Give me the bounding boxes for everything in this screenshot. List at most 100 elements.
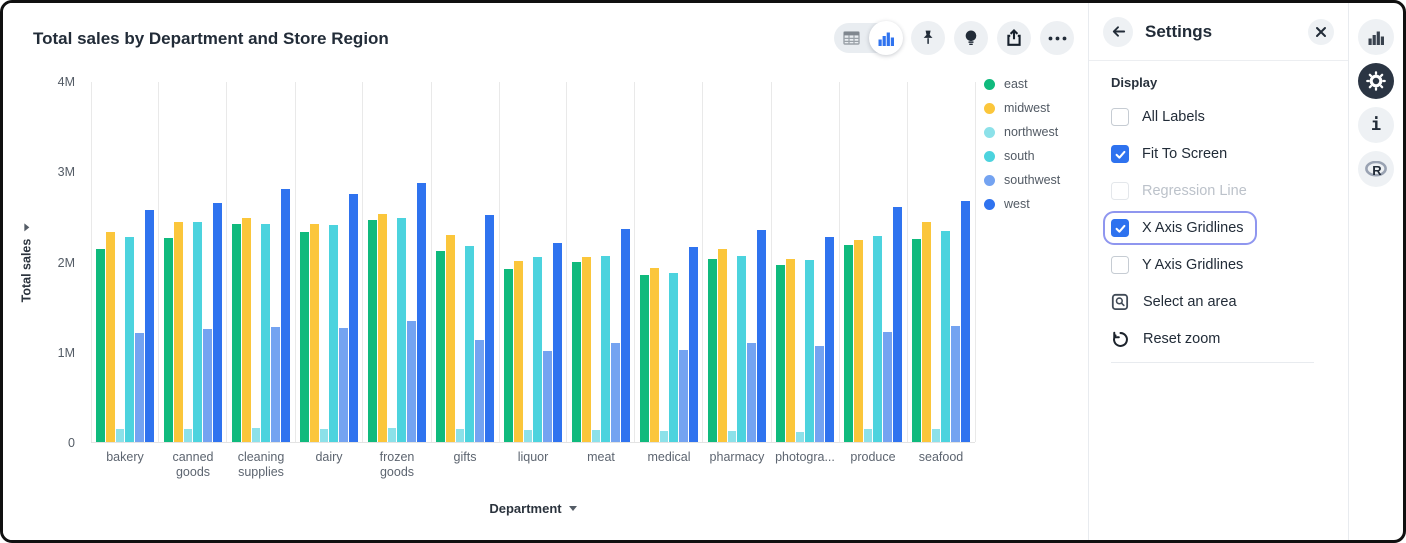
bar-northwest[interactable] <box>252 428 261 442</box>
more-options-button[interactable] <box>1040 21 1074 55</box>
checkbox-row-all-labels[interactable]: All Labels <box>1111 102 1332 132</box>
legend-item-south[interactable]: south <box>984 149 1060 163</box>
bar-midwest[interactable] <box>514 261 523 442</box>
bar-east[interactable] <box>300 232 309 442</box>
bar-midwest[interactable] <box>310 224 319 442</box>
bar-east[interactable] <box>96 249 105 443</box>
bar-south[interactable] <box>125 237 134 442</box>
bar-northwest[interactable] <box>796 432 805 442</box>
r-language-tab-button[interactable]: R <box>1358 151 1394 187</box>
chart-tab-button[interactable] <box>1358 19 1394 55</box>
bar-south[interactable] <box>397 218 406 442</box>
bar-midwest[interactable] <box>106 232 115 442</box>
bar-east[interactable] <box>368 220 377 442</box>
bar-midwest[interactable] <box>922 222 931 442</box>
reset-zoom-button[interactable]: Reset zoom <box>1111 324 1332 354</box>
bar-northwest[interactable] <box>320 429 329 442</box>
checkbox-row-fit-to-screen[interactable]: Fit To Screen <box>1111 139 1332 169</box>
legend-item-southwest[interactable]: southwest <box>984 173 1060 187</box>
settings-tab-button[interactable] <box>1358 63 1394 99</box>
bar-midwest[interactable] <box>242 218 251 442</box>
bar-southwest[interactable] <box>339 328 348 442</box>
bar-northwest[interactable] <box>524 430 533 442</box>
bar-northwest[interactable] <box>116 429 125 442</box>
bar-east[interactable] <box>572 262 581 442</box>
bar-southwest[interactable] <box>135 333 144 442</box>
bar-midwest[interactable] <box>378 214 387 442</box>
bar-southwest[interactable] <box>203 329 212 442</box>
back-button[interactable] <box>1103 17 1133 47</box>
checkbox-unchecked-icon[interactable] <box>1111 108 1129 126</box>
chart-type-toggle[interactable] <box>834 23 902 53</box>
bar-west[interactable] <box>689 247 698 442</box>
bar-midwest[interactable] <box>786 259 795 442</box>
bar-southwest[interactable] <box>611 343 620 442</box>
bar-south[interactable] <box>465 246 474 442</box>
bar-west[interactable] <box>349 194 358 442</box>
checkbox-checked-icon[interactable] <box>1111 219 1129 237</box>
bar-east[interactable] <box>912 239 921 442</box>
bar-midwest[interactable] <box>446 235 455 442</box>
bar-east[interactable] <box>164 238 173 442</box>
bar-northwest[interactable] <box>456 429 465 443</box>
bar-midwest[interactable] <box>174 222 183 443</box>
bar-south[interactable] <box>873 236 882 442</box>
bar-midwest[interactable] <box>718 249 727 442</box>
bar-northwest[interactable] <box>864 429 873 442</box>
bar-south[interactable] <box>329 225 338 442</box>
checkbox-unchecked-icon[interactable] <box>1111 256 1129 274</box>
pin-button[interactable] <box>911 21 945 55</box>
bar-west[interactable] <box>417 183 426 442</box>
bar-south[interactable] <box>941 231 950 443</box>
bar-west[interactable] <box>757 230 766 442</box>
legend-item-northwest[interactable]: northwest <box>984 125 1060 139</box>
table-view-icon[interactable] <box>834 31 868 45</box>
lightbulb-button[interactable] <box>954 21 988 55</box>
bar-south[interactable] <box>805 260 814 442</box>
close-button[interactable] <box>1308 19 1334 45</box>
bar-chart-view-icon[interactable] <box>869 21 903 55</box>
legend-item-east[interactable]: east <box>984 77 1060 91</box>
bar-south[interactable] <box>737 256 746 442</box>
checkbox-row-y-axis-gridlines[interactable]: Y Axis Gridlines <box>1111 250 1332 280</box>
checkbox-checked-icon[interactable] <box>1111 145 1129 163</box>
bar-northwest[interactable] <box>592 430 601 442</box>
bar-east[interactable] <box>436 251 445 442</box>
bar-west[interactable] <box>621 229 630 442</box>
share-button[interactable] <box>997 21 1031 55</box>
bar-south[interactable] <box>601 256 610 442</box>
bar-east[interactable] <box>844 245 853 442</box>
bar-east[interactable] <box>776 265 785 442</box>
bar-south[interactable] <box>533 257 542 442</box>
bar-southwest[interactable] <box>883 332 892 442</box>
bar-northwest[interactable] <box>184 429 193 442</box>
bar-southwest[interactable] <box>271 327 280 442</box>
bar-northwest[interactable] <box>728 431 737 442</box>
bar-midwest[interactable] <box>582 257 591 442</box>
checkbox-row-x-axis-gridlines[interactable]: X Axis Gridlines <box>1105 213 1255 243</box>
bar-southwest[interactable] <box>815 346 824 442</box>
bar-southwest[interactable] <box>951 326 960 442</box>
bar-northwest[interactable] <box>388 428 397 442</box>
bar-northwest[interactable] <box>932 429 941 443</box>
bar-west[interactable] <box>281 189 290 442</box>
bar-southwest[interactable] <box>747 343 756 442</box>
bar-south[interactable] <box>261 224 270 442</box>
bar-west[interactable] <box>893 207 902 442</box>
bar-west[interactable] <box>145 210 154 442</box>
bar-midwest[interactable] <box>854 240 863 443</box>
bar-west[interactable] <box>213 203 222 442</box>
info-tab-button[interactable]: i <box>1358 107 1394 143</box>
bar-west[interactable] <box>825 237 834 442</box>
legend-item-midwest[interactable]: midwest <box>984 101 1060 115</box>
bar-northwest[interactable] <box>660 431 669 442</box>
bar-east[interactable] <box>640 275 649 442</box>
select-area-button[interactable]: Select an area <box>1111 287 1332 317</box>
x-axis-title[interactable]: Department <box>91 501 975 516</box>
bar-southwest[interactable] <box>543 351 552 442</box>
bar-east[interactable] <box>708 259 717 442</box>
bar-south[interactable] <box>193 222 202 442</box>
bar-west[interactable] <box>553 243 562 442</box>
bar-southwest[interactable] <box>679 350 688 442</box>
bar-midwest[interactable] <box>650 268 659 442</box>
